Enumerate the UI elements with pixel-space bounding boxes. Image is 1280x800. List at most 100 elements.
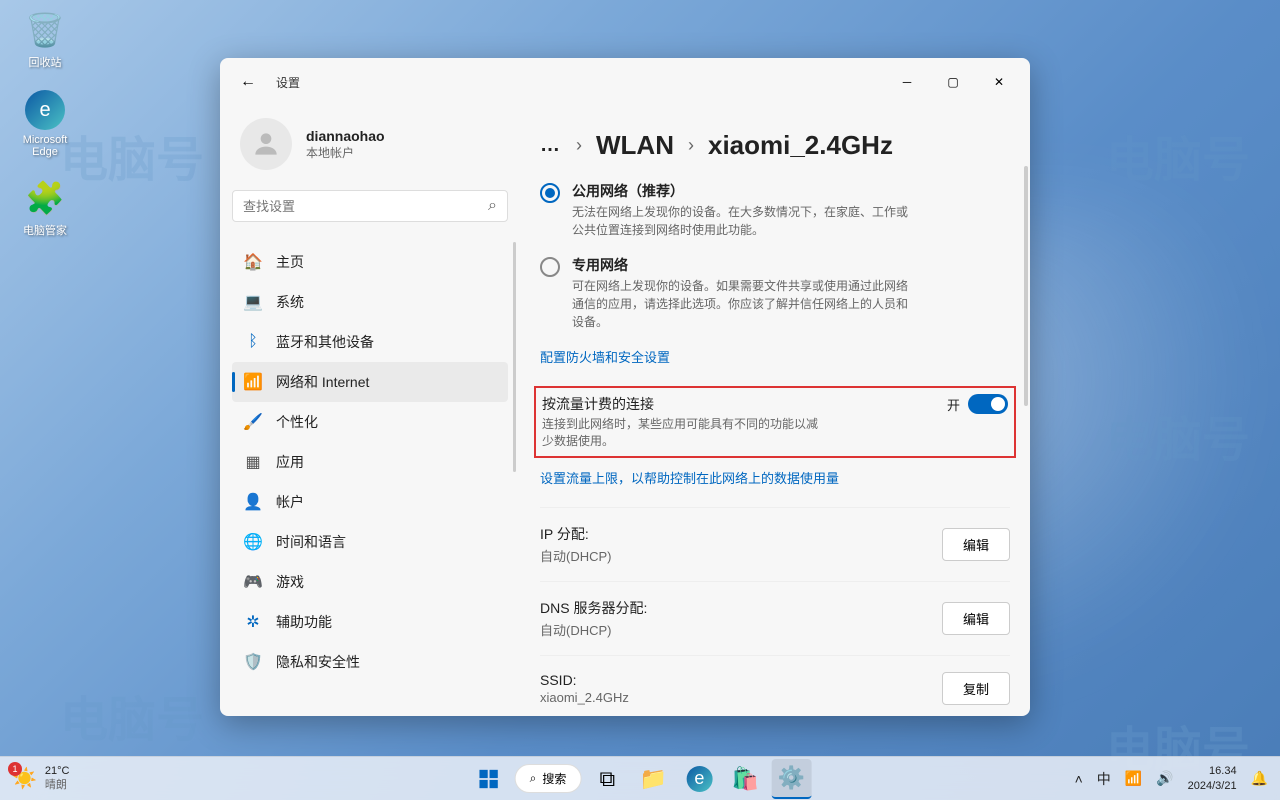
sidebar-scrollbar[interactable] <box>513 242 516 472</box>
taskbar-search[interactable]: ⌕搜索 <box>515 764 582 793</box>
info-row-0: IP 分配:自动(DHCP)编辑 <box>540 507 1010 581</box>
radio-unselected-icon <box>540 257 560 277</box>
info-value: xiaomi_2.4GHz <box>540 690 942 705</box>
desktop-icon-edge[interactable]: e Microsoft Edge <box>10 90 80 158</box>
sidebar-item-6[interactable]: 👤 帐户 <box>232 482 508 522</box>
nav-icon: 🎮 <box>244 573 262 591</box>
recycle-bin-icon: 🗑️ <box>25 10 65 50</box>
info-label: IP 分配: <box>540 524 942 544</box>
chevron-right-icon: › <box>688 135 694 156</box>
tray-ime[interactable]: 中 <box>1097 769 1111 789</box>
nav-label: 网络和 Internet <box>276 372 369 392</box>
search-box[interactable]: ⌕ <box>232 190 508 222</box>
nav-icon: 📶 <box>244 373 262 391</box>
nav-icon: ▦ <box>244 453 262 471</box>
watermark: 电脑号 <box>60 680 204 750</box>
maximize-button[interactable]: ▢ <box>930 66 976 98</box>
info-value: 自动(DHCP) <box>540 620 942 639</box>
taskbar: ☀️ 1 21°C 晴朗 ⌕搜索 ⧉ 📁 e 🛍️ ⚙️ ˄ 中 📶 🔊 16.… <box>0 756 1280 800</box>
search-input[interactable] <box>243 199 488 214</box>
nav-icon: 👤 <box>244 493 262 511</box>
nav-label: 时间和语言 <box>276 532 346 552</box>
sidebar-item-5[interactable]: ▦ 应用 <box>232 442 508 482</box>
nav-label: 蓝牙和其他设备 <box>276 332 374 352</box>
user-block[interactable]: diannaohao 本地帐户 <box>232 106 508 190</box>
nav-label: 应用 <box>276 452 304 472</box>
watermark: 电脑号 <box>1106 120 1250 190</box>
info-row-1: DNS 服务器分配: 自动(DHCP)编辑 <box>540 581 1010 655</box>
info-action-button[interactable]: 编辑 <box>942 602 1010 635</box>
nav-label: 帐户 <box>276 492 304 512</box>
back-button[interactable]: ← <box>228 62 268 102</box>
firewall-link[interactable]: 配置防火墙和安全设置 <box>540 347 1010 366</box>
breadcrumb-more[interactable]: … <box>540 134 562 157</box>
taskbar-explorer[interactable]: 📁 <box>633 759 673 799</box>
breadcrumb-network[interactable]: xiaomi_2.4GHz <box>708 130 893 161</box>
nav-label: 主页 <box>276 252 304 272</box>
info-action-button[interactable]: 编辑 <box>942 528 1010 561</box>
content-area: … › WLAN › xiaomi_2.4GHz 公用网络（推荐） 无法在网络上… <box>520 106 1030 716</box>
sidebar-item-9[interactable]: ✲辅助功能 <box>232 602 508 642</box>
task-view-button[interactable]: ⧉ <box>587 759 627 799</box>
info-action-button[interactable]: 复制 <box>942 672 1010 705</box>
breadcrumb-wlan[interactable]: WLAN <box>596 130 674 161</box>
taskbar-store[interactable]: 🛍️ <box>725 759 765 799</box>
taskbar-weather[interactable]: ☀️ 1 21°C 晴朗 <box>12 765 69 791</box>
tray-clock[interactable]: 16.34 2024/3/21 <box>1188 764 1237 793</box>
data-limit-link[interactable]: 设置流量上限，以帮助控制在此网络上的数据使用量 <box>540 468 1010 487</box>
desktop-icon-recycle-bin[interactable]: 🗑️ 回收站 <box>10 10 80 70</box>
edge-icon: e <box>25 90 65 130</box>
nav-icon: ᛒ <box>244 333 262 351</box>
search-icon: ⌕ <box>488 197 497 215</box>
info-label: SSID: <box>540 672 942 688</box>
close-button[interactable]: ✕ <box>976 66 1022 98</box>
minimize-button[interactable]: ─ <box>884 66 930 98</box>
radio-selected-icon <box>540 183 560 203</box>
tray-chevron-up-icon[interactable]: ˄ <box>1075 771 1083 787</box>
content-scrollbar[interactable] <box>1024 166 1028 406</box>
tray-wifi-icon[interactable]: 📶 <box>1125 770 1142 787</box>
network-profile-group: 公用网络（推荐） 无法在网络上发现你的设备。在大多数情况下，在家庭、工作或公共位… <box>540 181 1010 331</box>
nav-icon: 🌐 <box>244 533 262 551</box>
sidebar-item-8[interactable]: 🎮 游戏 <box>232 562 508 602</box>
radio-private-network[interactable]: 专用网络 可在网络上发现你的设备。如果需要文件共享或使用通过此网络通信的应用，请… <box>540 255 1010 331</box>
nav-label: 游戏 <box>276 572 304 592</box>
user-type: 本地帐户 <box>306 144 385 161</box>
sidebar: diannaohao 本地帐户 ⌕ 🏠 主页 💻 系统 ᛒ 蓝牙和其他设备 📶 网络和 Int… <box>220 106 520 716</box>
search-icon: ⌕ <box>530 771 537 786</box>
metered-desc: 连接到此网络时，某些应用可能具有不同的功能以减少数据使用。 <box>542 416 822 450</box>
nav-icon: 🛡️ <box>244 653 262 671</box>
metered-connection-row: 按流量计费的连接 连接到此网络时，某些应用可能具有不同的功能以减少数据使用。 开 <box>534 386 1016 458</box>
taskbar-settings[interactable]: ⚙️ <box>771 759 811 799</box>
window-title: 设置 <box>276 74 300 91</box>
nav-icon: 💻 <box>244 293 262 311</box>
sidebar-item-0[interactable]: 🏠 主页 <box>232 242 508 282</box>
sidebar-item-2[interactable]: ᛒ 蓝牙和其他设备 <box>232 322 508 362</box>
radio-public-network[interactable]: 公用网络（推荐） 无法在网络上发现你的设备。在大多数情况下，在家庭、工作或公共位… <box>540 181 1010 239</box>
sidebar-item-4[interactable]: 🖌️ 个性化 <box>232 402 508 442</box>
pc-manager-icon: 🧩 <box>25 178 65 218</box>
nav-icon: 🏠 <box>244 253 262 271</box>
nav-label: 隐私和安全性 <box>276 652 360 672</box>
titlebar: ← 设置 ─ ▢ ✕ <box>220 58 1030 106</box>
sidebar-item-1[interactable]: 💻 系统 <box>232 282 508 322</box>
start-button[interactable] <box>469 759 509 799</box>
nav-label: 个性化 <box>276 412 318 432</box>
user-name: diannaohao <box>306 128 385 144</box>
info-label: DNS 服务器分配: <box>540 598 942 618</box>
tray-volume-icon[interactable]: 🔊 <box>1156 770 1173 787</box>
nav-label: 系统 <box>276 292 304 312</box>
metered-toggle[interactable] <box>968 394 1008 414</box>
taskbar-edge[interactable]: e <box>686 766 712 792</box>
info-row-2: SSID: xiaomi_2.4GHz复制 <box>540 655 1010 716</box>
nav-icon: 🖌️ <box>244 413 262 431</box>
watermark: 电脑号 <box>60 120 204 190</box>
sidebar-item-7[interactable]: 🌐 时间和语言 <box>232 522 508 562</box>
tray-notifications-icon[interactable]: 🔔 <box>1251 770 1268 787</box>
nav-list: 🏠 主页 💻 系统 ᛒ 蓝牙和其他设备 📶 网络和 Internet 🖌️ 个性化 ▦ 应用 👤 帐户 🌐 时… <box>232 242 508 682</box>
sidebar-item-3[interactable]: 📶 网络和 Internet <box>232 362 508 402</box>
desktop-icons: 🗑️ 回收站 e Microsoft Edge 🧩 电脑管家 <box>10 10 80 238</box>
desktop-icon-pc-manager[interactable]: 🧩 电脑管家 <box>10 178 80 238</box>
breadcrumb: … › WLAN › xiaomi_2.4GHz <box>540 106 1010 181</box>
sidebar-item-10[interactable]: 🛡️ 隐私和安全性 <box>232 642 508 682</box>
